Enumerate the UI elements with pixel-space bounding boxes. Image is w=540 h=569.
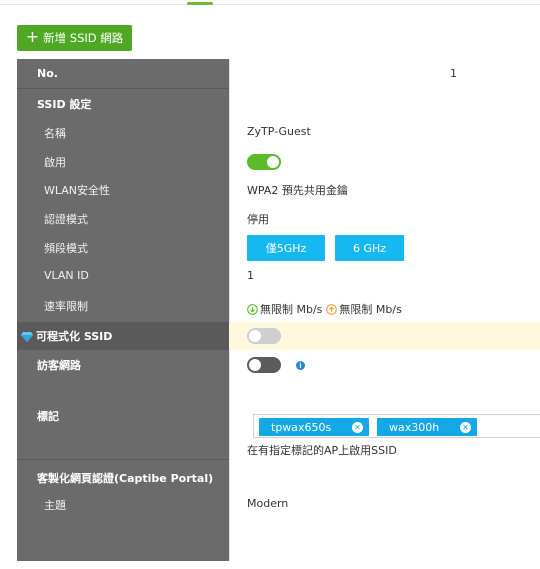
row-divider — [17, 88, 229, 89]
tag-input[interactable]: tpwax650s ✕ wax300h ✕ — [253, 414, 540, 438]
arrow-down-circle-icon — [247, 303, 258, 315]
diamond-icon — [21, 331, 33, 342]
label-name: 名稱 — [44, 127, 66, 140]
tag-label: tpwax650s — [271, 420, 332, 434]
label-guest-network: 訪客網路 — [37, 359, 81, 372]
plus-icon: + — [25, 27, 40, 46]
ssid-settings-table: No. SSID 設定 名稱 啟用 WLAN安全性 認證模式 頻段模式 VLAN… — [17, 59, 540, 561]
label-captive-portal: 客製化網頁認證(Captibe Portal) — [37, 472, 214, 485]
rate-limit-download: 無限制 Mb/s — [260, 303, 323, 316]
value-name: ZyTP-Guest — [247, 125, 311, 138]
tag-chip: wax300h ✕ — [377, 418, 477, 436]
value-no: 1 — [450, 67, 457, 80]
toggle-knob — [267, 156, 279, 168]
label-no: No. — [37, 67, 58, 80]
value-theme: Modern — [247, 497, 289, 510]
add-ssid-label: 新增 SSID 網路 — [43, 31, 124, 45]
tag-chip: tpwax650s ✕ — [259, 418, 369, 436]
label-auth-mode: 認證模式 — [44, 213, 88, 226]
row-divider — [17, 459, 229, 460]
value-auth-mode: 停用 — [247, 213, 269, 226]
arrow-up-circle-icon — [326, 303, 338, 315]
label-band-mode: 頻段模式 — [44, 242, 88, 255]
label-programmable-ssid-wrap: 可程式化 SSID — [21, 328, 112, 344]
tag-note: 在有指定標記的AP上啟用SSID — [247, 444, 397, 457]
info-icon[interactable]: i — [296, 361, 305, 370]
label-rate-limit: 速率限制 — [44, 300, 88, 313]
label-programmable-ssid: 可程式化 SSID — [36, 330, 113, 343]
label-enable: 啟用 — [44, 156, 66, 169]
top-divider — [0, 4, 540, 5]
rate-limit-values: 無限制 Mb/s 無限制 Mb/s — [247, 301, 402, 317]
band-6ghz-button[interactable]: 6 GHz — [335, 235, 404, 261]
active-tab-indicator — [187, 2, 213, 5]
label-theme: 主題 — [44, 499, 66, 512]
add-ssid-button[interactable]: + 新增 SSID 網路 — [17, 25, 132, 51]
guest-network-toggle[interactable] — [247, 357, 281, 373]
band-5ghz-only-button[interactable]: 僅5GHz — [247, 235, 325, 261]
label-vlan-id: VLAN ID — [44, 269, 89, 282]
close-circle-icon[interactable]: ✕ — [352, 421, 363, 433]
enable-toggle[interactable] — [247, 154, 281, 170]
rate-limit-upload: 無限制 Mb/s — [339, 303, 402, 316]
close-circle-icon[interactable]: ✕ — [460, 421, 471, 433]
label-wlan-security: WLAN安全性 — [44, 184, 111, 197]
tag-label: wax300h — [389, 420, 440, 434]
programmable-ssid-toggle[interactable] — [247, 328, 281, 344]
label-tag: 標記 — [37, 410, 59, 423]
value-vlan-id: 1 — [247, 269, 254, 282]
label-ssid-settings: SSID 設定 — [37, 98, 92, 111]
toggle-knob — [249, 359, 261, 371]
toggle-knob — [249, 330, 261, 342]
value-wlan-security: WPA2 預先共用金鑰 — [247, 184, 348, 197]
column-divider — [229, 59, 230, 561]
